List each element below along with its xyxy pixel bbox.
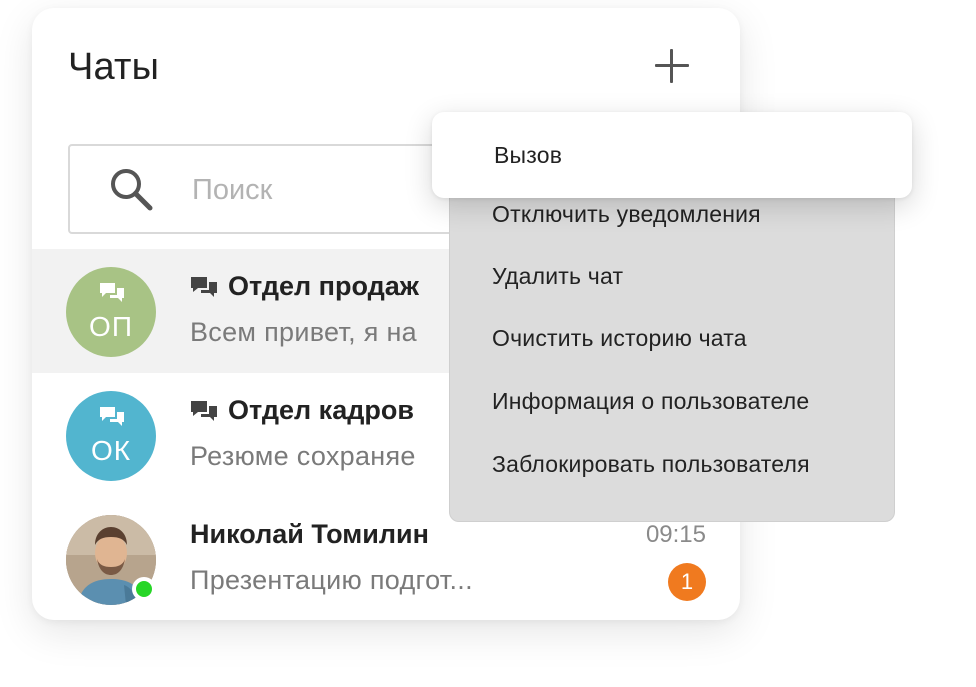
chat-preview: Презентацию подгот... (190, 565, 473, 595)
chat-preview: Резюме сохраняе (190, 441, 416, 471)
avatar: ОП (66, 267, 156, 357)
group-chat-icon (191, 276, 217, 297)
chat-bubbles-icon (100, 407, 124, 426)
unread-badge: 1 (668, 563, 706, 601)
search-icon (111, 169, 153, 211)
chat-name-text: Отдел кадров (228, 395, 414, 425)
chat-name-text: Николай Томилин (190, 519, 429, 549)
menu-item-delete-chat[interactable]: Удалить чат (492, 263, 623, 290)
avatar-initials: ОП (89, 311, 133, 342)
menu-item-mute[interactable]: Отключить уведомления (492, 201, 761, 228)
chat-name: Отдел кадров (190, 395, 414, 426)
chat-name: Отдел продаж (190, 271, 419, 302)
menu-item-clear-history[interactable]: Очистить историю чата (492, 325, 747, 352)
menu-item-call-label: Вызов (494, 142, 563, 168)
add-chat-button[interactable] (652, 46, 692, 86)
menu-item-user-info[interactable]: Информация о пользователе (492, 388, 809, 415)
chat-name-text: Отдел продаж (228, 271, 419, 301)
menu-item-block-user[interactable]: Заблокировать пользователя (492, 451, 810, 478)
menu-item-call[interactable]: Вызов (432, 112, 912, 198)
page-title: Чаты (68, 46, 160, 88)
avatar-initials: ОК (90, 435, 132, 466)
chat-time: 09:15 (645, 521, 706, 548)
chat-bubbles-icon (100, 283, 124, 302)
online-status-dot (132, 577, 156, 601)
chat-preview: Всем привет, я на (190, 317, 417, 347)
avatar: ОК (66, 391, 156, 481)
group-chat-icon (191, 400, 217, 421)
chat-name: Николай Томилин (190, 519, 429, 550)
